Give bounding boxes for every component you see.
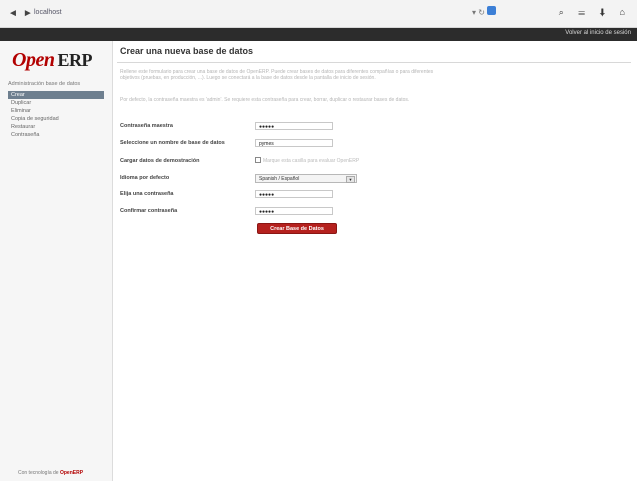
powered-brand-link[interactable]: OpenERP (60, 470, 83, 476)
browser-tools-icons[interactable]: ⌕ ☰ ⬇ ⌂ (559, 7, 631, 18)
address-bar[interactable]: localhost (34, 9, 62, 16)
demo-data-checkbox[interactable] (255, 157, 261, 163)
forward-icon[interactable]: ► (23, 8, 33, 19)
admin-password-row: Elija una contraseña ●●●●● (120, 190, 620, 200)
powered-by: Con tecnología de OpenERP (18, 470, 83, 476)
sidebar-item-create[interactable]: Crear (8, 91, 104, 99)
master-password-input[interactable]: ●●●●● (255, 122, 333, 130)
openerp-logo: Open ERP (12, 49, 92, 72)
master-password-label: Contraseña maestra (120, 123, 173, 129)
page-title: Crear una nueva base de datos (120, 46, 254, 56)
logo-erp-text: ERP (57, 50, 92, 70)
confirm-password-label: Confirmar contraseña (120, 208, 178, 214)
db-name-label: Seleccione un nombre de base de datos (120, 140, 225, 146)
sidebar: Open ERP Administración base de datos Cre… (0, 41, 113, 481)
demo-data-hint: Marque esta casilla para evaluar OpenERP (263, 158, 360, 164)
description-text: Rellene este formulario para crear una b… (120, 69, 434, 81)
language-selected-value: Spanish / Español (259, 176, 300, 182)
back-to-login-link[interactable]: Volver al inicio de sesión (565, 30, 631, 36)
logo-open-text: Open (12, 49, 55, 71)
db-name-row: Seleccione un nombre de base de datos py… (120, 139, 620, 149)
create-database-button[interactable]: Crear Base de Datos (257, 223, 337, 234)
language-select[interactable]: Spanish / Español ▼ (255, 174, 357, 183)
language-row: Idioma por defecto Spanish / Español ▼ (120, 174, 620, 184)
sidebar-section-title: Administración base de datos (8, 81, 81, 87)
chevron-down-icon[interactable]: ▼ (346, 176, 355, 183)
reload-icon[interactable]: ▾ ↻ (472, 8, 485, 17)
demo-data-row: Cargar datos de demostración Marque esta… (120, 157, 620, 167)
sidebar-item-restore[interactable]: Restaurar (8, 123, 104, 131)
language-label: Idioma por defecto (120, 175, 170, 181)
main-content: Crear una nueva base de datos Rellene es… (113, 41, 637, 481)
sidebar-item-backup[interactable]: Copia de seguridad (8, 115, 104, 123)
demo-data-label: Cargar datos de demostración (120, 158, 200, 164)
admin-password-label: Elija una contraseña (120, 191, 174, 197)
title-divider (117, 62, 631, 63)
powered-prefix: Con tecnología de (18, 470, 59, 476)
confirm-password-input[interactable]: ●●●●● (255, 207, 333, 215)
top-bar: Volver al inicio de sesión (0, 28, 637, 41)
confirm-password-row: Confirmar contraseña ●●●●● (120, 207, 620, 217)
sidebar-item-drop[interactable]: Eliminar (8, 107, 104, 115)
sidebar-item-duplicate[interactable]: Duplicar (8, 99, 104, 107)
admin-password-input[interactable]: ●●●●● (255, 190, 333, 198)
db-name-input[interactable]: pymes (255, 139, 333, 147)
default-password-note: Por defecto, la contraseña maestra es 'a… (120, 97, 410, 103)
sidebar-item-password[interactable]: Contraseña (8, 131, 104, 139)
back-icon[interactable]: ◄ (8, 8, 18, 19)
sidebar-menu: Crear Duplicar Eliminar Copia de segurid… (8, 91, 104, 139)
bookmark-icon[interactable] (487, 6, 496, 15)
browser-toolbar: ◄ ► localhost ▾ ↻ ⌕ ☰ ⬇ ⌂ (0, 0, 637, 28)
master-password-row: Contraseña maestra ●●●●● (120, 122, 620, 132)
